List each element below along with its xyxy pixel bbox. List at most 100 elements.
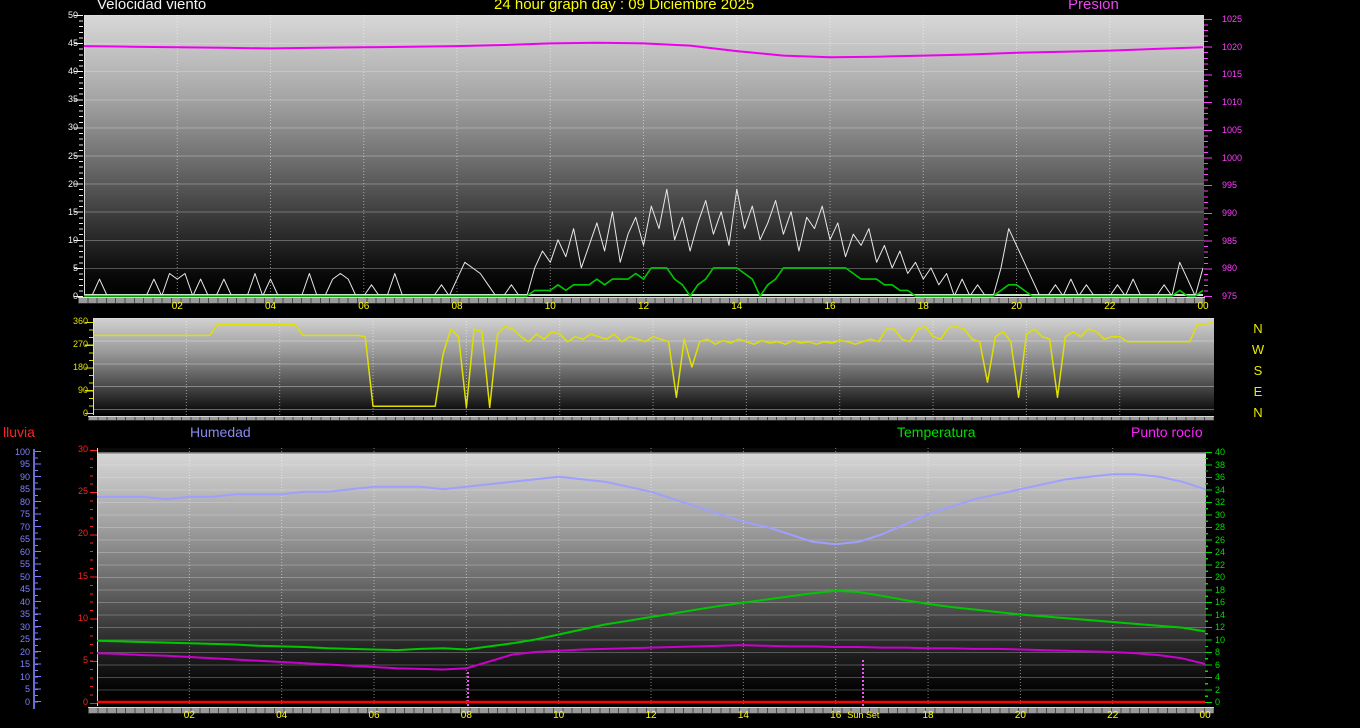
hour-label-top: 00	[1197, 301, 1209, 312]
temperature-axis-tick-label: 24	[1215, 547, 1226, 557]
compass-letter: S	[1253, 363, 1263, 378]
wind-axis-tick-label: 45	[67, 38, 78, 49]
pressure-axis-tick-label: 990	[1222, 207, 1238, 218]
hour-label-bottom: 18	[922, 710, 934, 721]
humidity-axis-major-ticks	[35, 451, 41, 705]
humidity-axis-tick-label: 80	[19, 496, 30, 507]
page-title: 24 hour graph day : 09 Diciembre 2025	[494, 0, 755, 13]
pressure-axis-tick-label: 1010	[1222, 97, 1243, 108]
rain-axis-tick-label: 20	[77, 528, 88, 539]
humidity-axis-tick-label: 25	[19, 634, 30, 645]
hour-label-top: 10	[544, 301, 556, 312]
temperature-axis-tick-label: 22	[1215, 559, 1226, 570]
temperature-axis-tick-label: 6	[1215, 659, 1221, 670]
humidity-label: Humedad	[190, 424, 251, 440]
temperature-axis-tick-label: 16	[1215, 597, 1226, 607]
humidity-axis-tick-label: 85	[19, 484, 30, 495]
wind-axis-tick-label: 0	[72, 291, 78, 301]
pressure-axis-major-ticks	[1204, 19, 1212, 297]
hour-label-bottom: 14	[737, 710, 749, 721]
rain-axis-tick-label: 10	[77, 612, 88, 623]
humidity-axis-tick-label: 55	[19, 559, 30, 570]
pressure-axis-tick-label: 980	[1222, 263, 1238, 274]
hour-label-top: 16	[824, 301, 836, 312]
hour-label-bottom: 10	[553, 710, 565, 721]
hour-label-top: 22	[1104, 301, 1116, 312]
hour-label-bottom: 06	[368, 710, 380, 721]
sun-set-label: Sun Set	[847, 710, 880, 720]
pressure-axis-tick-label: 985	[1222, 235, 1238, 246]
temperature-axis-tick-label: 28	[1215, 522, 1226, 532]
dew-point-label: Punto rocío	[1131, 424, 1203, 440]
hour-label-bottom: 02	[183, 710, 195, 721]
temperature-axis-tick-label: 26	[1215, 534, 1226, 545]
temperature-axis-tick-label: 32	[1215, 497, 1226, 507]
hour-label-bottom: 08	[460, 710, 472, 721]
temperature-axis-tick-label: 20	[1215, 572, 1226, 582]
humidity-axis-tick-label: 20	[19, 646, 30, 657]
hour-label-top: 08	[451, 301, 463, 312]
humidity-axis-tick-label: 50	[19, 571, 30, 582]
pressure-axis-tick-label: 1000	[1222, 152, 1243, 163]
wind-axis-tick-label: 25	[67, 150, 78, 161]
compass-letter: W	[1251, 342, 1265, 357]
hour-label-top: 12	[637, 301, 650, 312]
humidity-axis-tick-label: 10	[19, 671, 30, 682]
temperature-axis-tick-label: 14	[1215, 609, 1226, 620]
humidity-axis-tick-label: 65	[19, 534, 30, 545]
hour-label-top: 06	[358, 301, 370, 312]
humidity-temperature-plot	[97, 448, 1206, 706]
sunset-marker	[862, 660, 864, 706]
hour-label-top: 14	[731, 301, 743, 312]
sunrise-marker	[467, 672, 469, 706]
pressure-title: Presión	[1068, 0, 1119, 13]
temperature-axis-tick-label: 0	[1215, 697, 1221, 707]
wind-axis-tick-label: 40	[67, 66, 78, 77]
hour-label-top: 02	[171, 301, 183, 312]
temperature-axis-tick-label: 18	[1215, 584, 1226, 595]
hour-label-top: 20	[1010, 301, 1023, 312]
humidity-axis-tick-label: 90	[19, 471, 30, 482]
direction-axis-tick-label: 180	[72, 361, 88, 372]
hour-label-bottom: 00	[1199, 710, 1211, 721]
compass-letter: E	[1253, 384, 1263, 399]
rain-axis-tick-label: 5	[82, 654, 88, 665]
direction-axis-tick-label: 360	[72, 316, 88, 327]
direction-axis-tick-label: 270	[72, 339, 88, 350]
wind-speed-title: Velocidad viento	[97, 0, 207, 13]
direction-axis-tick-label: 90	[77, 384, 88, 395]
humidity-axis-tick-label: 75	[19, 509, 30, 520]
hour-label-top: 18	[917, 301, 929, 312]
wind-direction-plot	[93, 318, 1214, 415]
humidity-axis-tick-label: 0	[24, 697, 30, 707]
rain-axis-major-ticks	[90, 450, 97, 704]
wind-pressure-plot	[84, 15, 1204, 296]
wind-axis-tick-label: 20	[67, 178, 78, 189]
temperature-axis-tick-label: 36	[1215, 472, 1226, 482]
temperature-axis-tick-label: 38	[1215, 459, 1226, 470]
x-axis-bar-middle	[88, 416, 1214, 421]
humidity-axis-tick-label: 15	[19, 659, 30, 670]
wind-axis-tick-label: 35	[67, 94, 78, 105]
pressure-axis-tick-label: 1025	[1222, 14, 1243, 24]
pressure-axis-tick-label: 975	[1222, 291, 1238, 301]
compass-letter: N	[1253, 405, 1263, 420]
wind-axis-tick-label: 15	[67, 206, 78, 217]
rain-axis-tick-label: 15	[77, 570, 88, 581]
temperature-axis-tick-label: 2	[1215, 684, 1221, 695]
hour-label-top: 04	[264, 301, 277, 312]
temperature-axis-tick-label: 8	[1215, 647, 1221, 657]
rain-label: lluvia	[3, 424, 35, 440]
rain-axis-tick-label: 30	[77, 444, 88, 455]
hour-label-bottom: 20	[1014, 710, 1026, 721]
pressure-axis-tick-label: 1015	[1222, 69, 1243, 80]
temperature-label: Temperatura	[897, 424, 976, 440]
wind-axis-tick-label: 50	[67, 10, 78, 20]
temperature-axis-tick-label: 30	[1215, 509, 1226, 520]
pressure-axis-tick-label: 995	[1222, 180, 1238, 191]
wind-axis-tick-label: 30	[67, 122, 78, 133]
wind-axis-tick-label: 5	[72, 262, 78, 273]
wind-axis-tick-label: 10	[67, 234, 78, 245]
humidity-axis-tick-label: 100	[14, 446, 30, 457]
humidity-axis-tick-label: 60	[19, 546, 30, 557]
